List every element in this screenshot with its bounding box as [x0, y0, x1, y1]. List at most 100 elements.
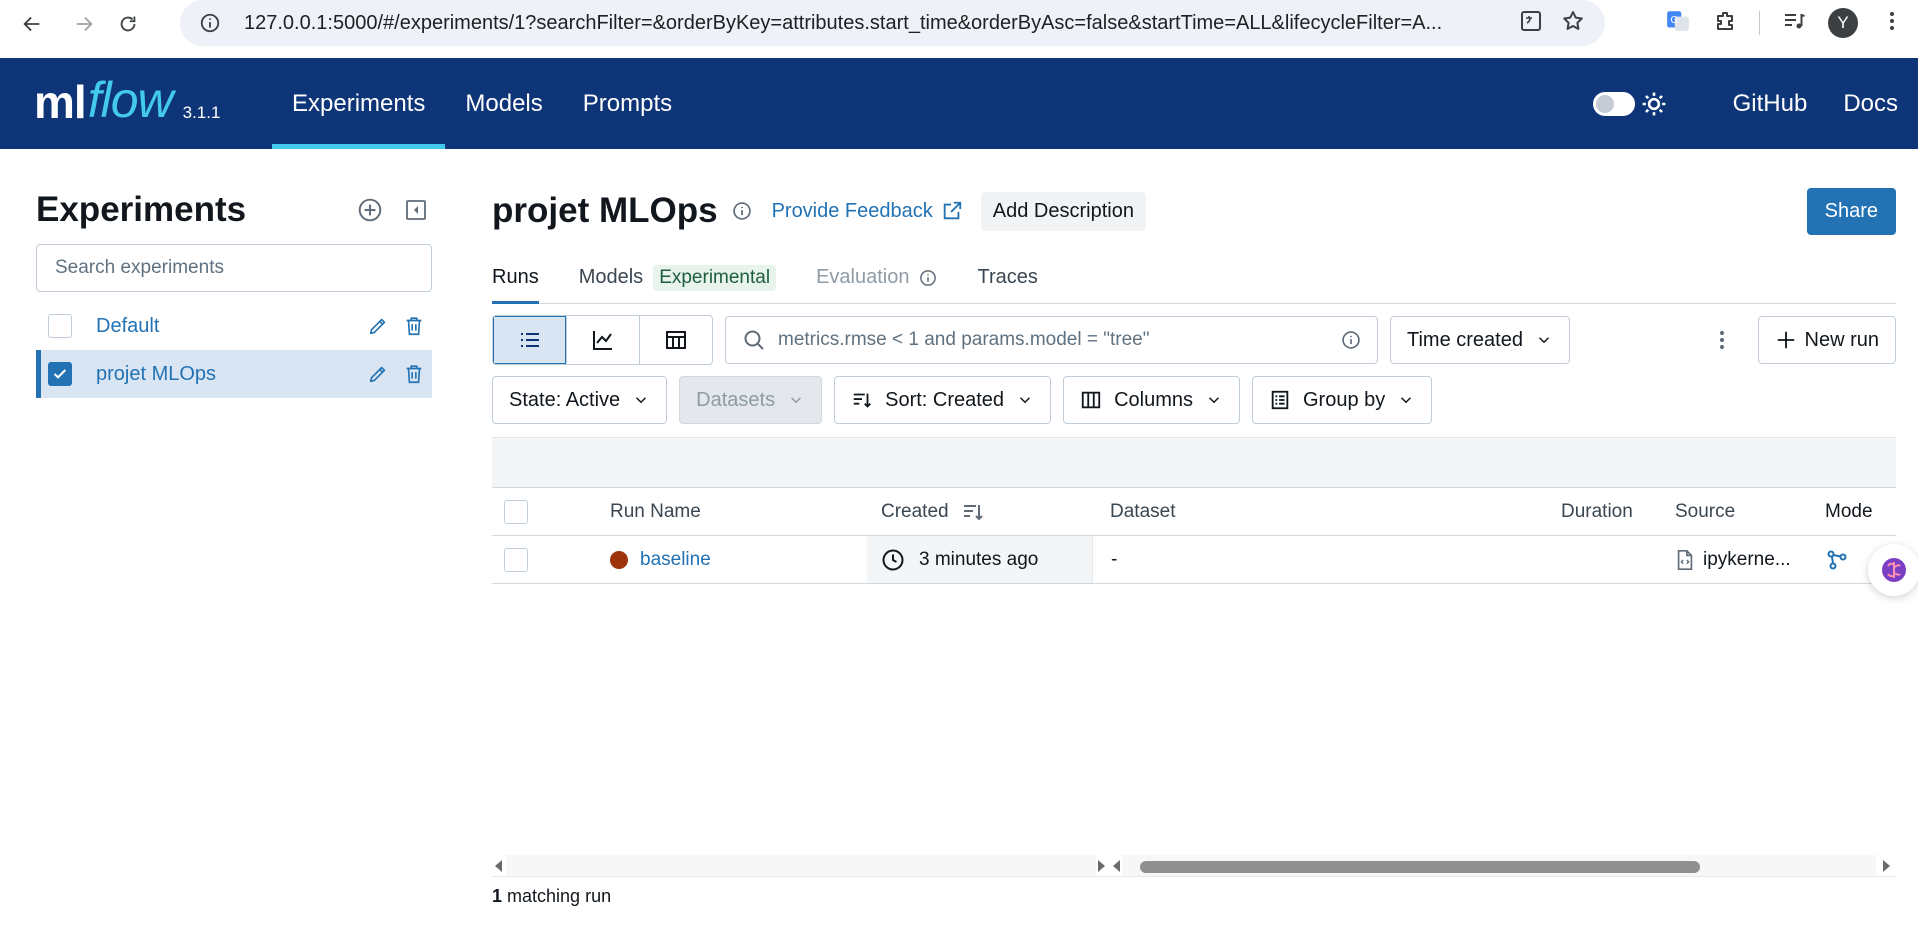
github-link[interactable]: GitHub [1733, 90, 1808, 118]
columns-select[interactable]: Columns [1063, 376, 1240, 424]
delete-icon[interactable] [396, 315, 432, 337]
columns-icon [1081, 391, 1101, 409]
scroll-left-arrow-icon[interactable] [1112, 859, 1122, 872]
runs-table: Run Name Created Dataset Duration Source… [492, 437, 1896, 584]
state-filter-select[interactable]: State: Active [492, 376, 668, 424]
run-status-dot [610, 550, 628, 569]
dark-mode-toggle[interactable] [1592, 91, 1635, 116]
google-translate-extension-icon[interactable]: G [1665, 8, 1691, 39]
experiment-title: projet MLOps [492, 191, 718, 230]
view-mode-switch [492, 315, 713, 365]
mlflow-logo[interactable]: ml flow 3.1.1 [0, 58, 272, 149]
chevron-down-icon [636, 397, 647, 404]
docs-link[interactable]: Docs [1843, 90, 1898, 118]
datasets-filter-select[interactable]: Datasets [679, 376, 823, 424]
version-label: 3.1.1 [182, 103, 221, 122]
info-icon[interactable] [732, 201, 752, 221]
tab-label: Evaluation [816, 266, 910, 288]
column-header-source[interactable]: Source [1667, 488, 1817, 535]
experiment-search-input[interactable] [55, 257, 431, 279]
chart-view-icon[interactable] [566, 316, 639, 364]
experiments-sidebar: Experiments Default projet MLOps [36, 186, 432, 398]
notebook-file-icon [1677, 549, 1693, 570]
table-horizontal-scrollbar[interactable] [492, 855, 1896, 877]
tab-traces[interactable]: Traces [977, 252, 1037, 303]
nav-prompts[interactable]: Prompts [563, 58, 692, 149]
forward-icon[interactable] [64, 4, 104, 44]
table-row[interactable]: baseline 3 minutes ago - ipykerne... [492, 536, 1896, 584]
scroll-right-arrow-icon[interactable] [1096, 859, 1106, 872]
sort-select[interactable]: Sort: Created [834, 376, 1052, 424]
select-all-checkbox[interactable] [504, 499, 528, 524]
info-icon[interactable] [919, 269, 937, 287]
run-name-link[interactable]: baseline [640, 549, 711, 571]
more-options-icon[interactable] [1704, 328, 1740, 352]
site-info-icon[interactable] [190, 12, 230, 34]
delete-icon[interactable] [396, 363, 432, 385]
new-run-button[interactable]: New run [1757, 316, 1896, 364]
back-icon[interactable] [12, 4, 52, 44]
artifact-view-icon[interactable] [639, 316, 712, 364]
address-bar[interactable]: 127.0.0.1:5000/#/experiments/1?searchFil… [180, 0, 1605, 46]
column-header-models[interactable]: Mode [1817, 488, 1896, 535]
experiment-item-projet-mlops[interactable]: projet MLOps [36, 350, 432, 398]
profile-avatar[interactable]: Y [1828, 8, 1858, 38]
add-description-button[interactable]: Add Description [980, 191, 1146, 231]
run-search-field[interactable] [725, 316, 1378, 364]
reload-icon[interactable] [108, 4, 148, 44]
add-experiment-icon[interactable] [354, 194, 386, 226]
run-search-input[interactable] [778, 329, 1341, 351]
assistant-brain-icon[interactable] [1868, 544, 1918, 596]
edit-icon[interactable] [360, 363, 396, 385]
scroll-left-arrow-icon[interactable] [492, 859, 506, 872]
sort-desc-icon[interactable] [961, 500, 985, 524]
experiment-item-default[interactable]: Default [36, 302, 432, 350]
nav-experiments[interactable]: Experiments [272, 58, 446, 149]
group-by-select[interactable]: Group by [1251, 376, 1433, 424]
source-cell[interactable]: ipykerne... [1667, 536, 1817, 583]
share-button[interactable]: Share [1806, 187, 1896, 235]
row-checkbox[interactable] [504, 547, 528, 572]
edit-icon[interactable] [360, 315, 396, 337]
experiment-tabs: Runs Models Experimental Evaluation Trac… [492, 252, 1896, 304]
time-created-select[interactable]: Time created [1390, 316, 1570, 364]
scroll-right-arrow-icon[interactable] [1876, 859, 1896, 872]
experiment-checkbox[interactable] [48, 314, 72, 338]
info-icon[interactable] [1341, 330, 1361, 350]
scroll-thumb[interactable] [1140, 861, 1700, 873]
provide-feedback-link[interactable]: Provide Feedback [772, 200, 963, 223]
run-name-cell: baseline [582, 536, 867, 583]
select-label: State: Active [509, 388, 621, 411]
translate-icon[interactable] [1519, 9, 1543, 38]
nav-models[interactable]: Models [445, 58, 562, 149]
table-view-icon[interactable] [493, 316, 566, 364]
column-header-dataset[interactable]: Dataset [1092, 488, 1547, 535]
tab-models[interactable]: Models Experimental [578, 252, 777, 303]
collapse-sidebar-icon[interactable] [400, 194, 432, 226]
url-text[interactable]: 127.0.0.1:5000/#/experiments/1?searchFil… [244, 12, 1519, 35]
extensions-icon[interactable] [1713, 9, 1737, 38]
sidebar-title: Experiments [36, 190, 247, 229]
media-control-icon[interactable] [1782, 9, 1806, 38]
match-count-number: 1 [492, 886, 503, 906]
scroll-track-pinned[interactable] [506, 855, 1096, 876]
column-header-duration[interactable]: Duration [1547, 488, 1667, 535]
experiment-name[interactable]: Default [96, 315, 360, 338]
experiment-search-field[interactable] [36, 244, 432, 292]
tab-evaluation[interactable]: Evaluation [816, 252, 937, 303]
column-header-created[interactable]: Created [867, 488, 1092, 535]
scroll-track[interactable] [1122, 855, 1876, 876]
tab-runs[interactable]: Runs [492, 252, 539, 304]
experiment-name[interactable]: projet MLOps [96, 363, 360, 386]
experiment-checkbox[interactable] [48, 362, 72, 386]
browser-toolbar: 127.0.0.1:5000/#/experiments/1?searchFil… [0, 0, 1918, 48]
select-label: Columns [1114, 388, 1193, 411]
bookmark-star-icon[interactable] [1561, 9, 1585, 38]
chevron-down-icon [1538, 337, 1549, 344]
tab-label: Models [578, 266, 644, 288]
external-link-icon [943, 201, 961, 220]
column-header-run-name[interactable]: Run Name [582, 488, 867, 535]
top-nav: Experiments Models Prompts [272, 58, 692, 149]
browser-menu-icon[interactable] [1880, 9, 1904, 38]
match-count-label: matching run [507, 886, 612, 906]
